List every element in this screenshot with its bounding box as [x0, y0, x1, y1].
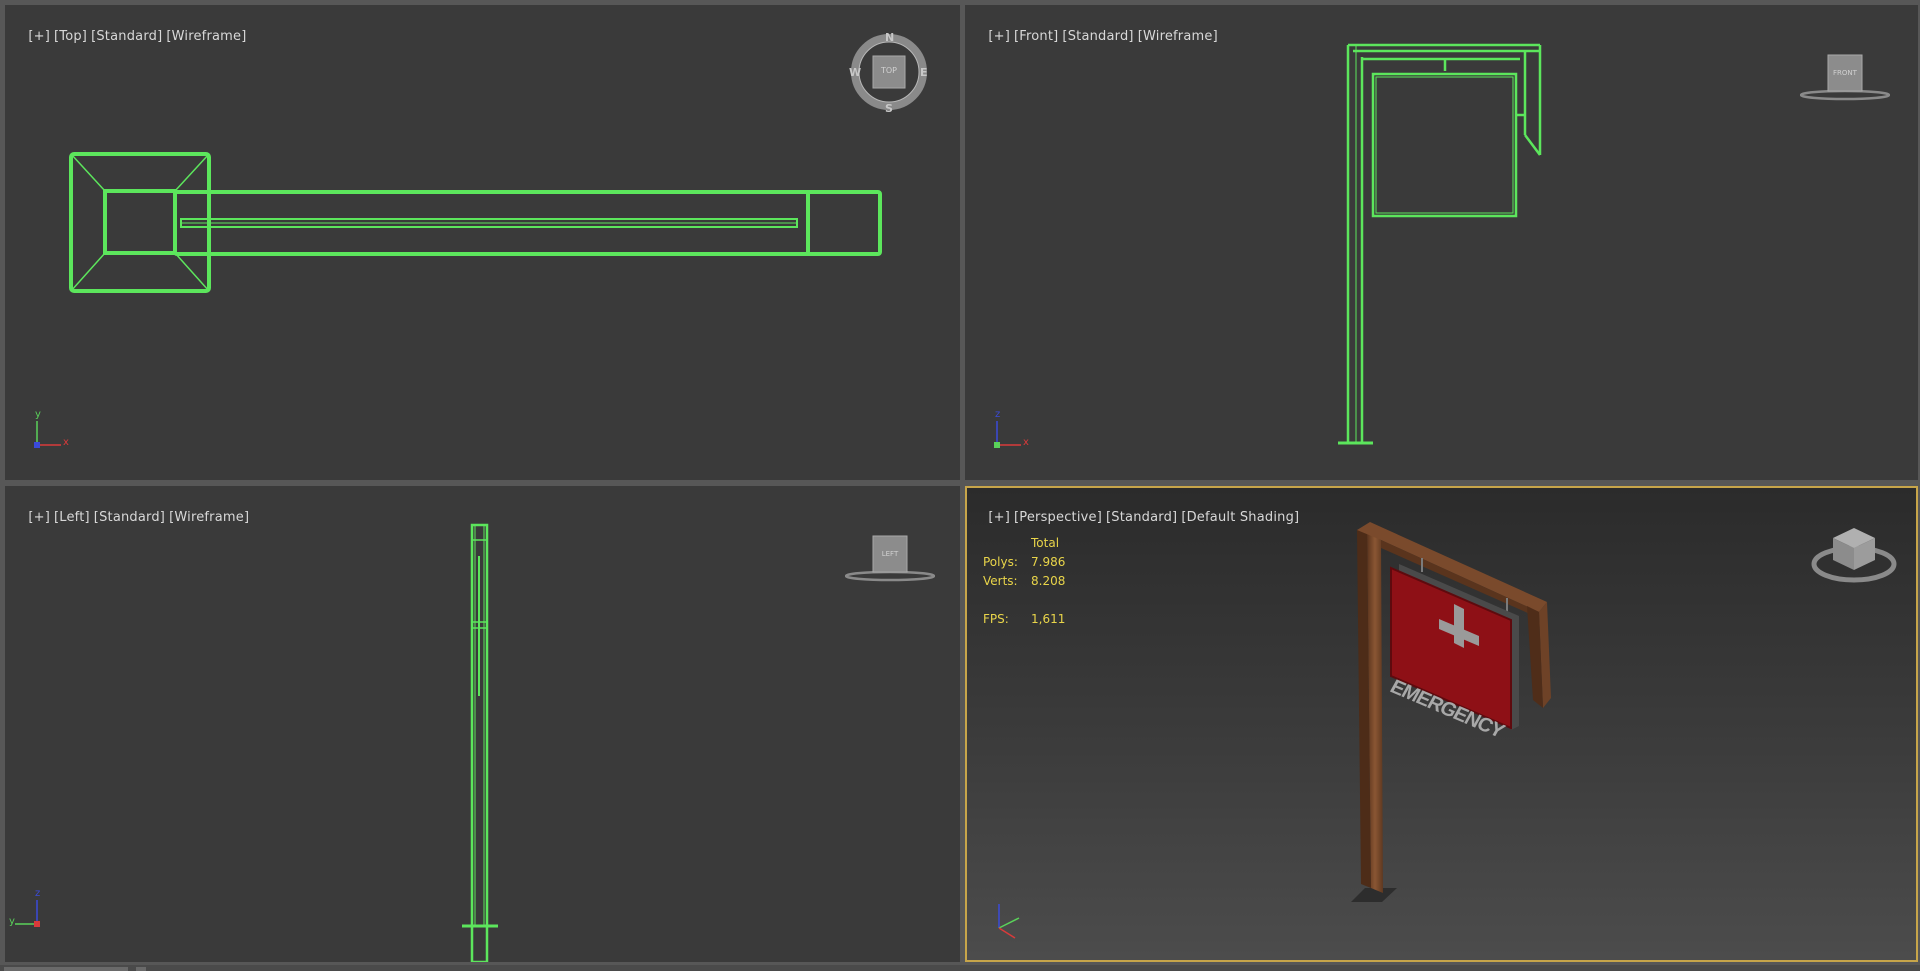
- axis-z-label: z: [35, 888, 41, 899]
- status-strip: [0, 965, 1920, 971]
- axis-tripod: [993, 898, 1043, 948]
- axis-z-label: z: [995, 409, 1001, 420]
- compass-east: E: [920, 66, 928, 79]
- top-wireframe: [69, 152, 882, 293]
- timeline-scrollbar[interactable]: [4, 967, 128, 971]
- axis-tripod: z x: [991, 409, 1041, 455]
- viewcube[interactable]: LEFT: [845, 534, 935, 584]
- viewport-left[interactable]: [+] [Left] [Standard] [Wireframe] LEFT z y: [5, 486, 960, 962]
- viewcube-face-front[interactable]: FRONT: [1828, 69, 1862, 77]
- timeline-handle[interactable]: [136, 967, 146, 971]
- viewport-perspective[interactable]: [+] [Perspective] [Standard] [Default Shadi…: [965, 486, 1918, 962]
- viewcube[interactable]: FRONT: [1800, 53, 1890, 103]
- viewcube-face-left[interactable]: LEFT: [873, 550, 907, 558]
- viewport-top[interactable]: [+] [Top] [Standard] [Wireframe] TOP N S W …: [5, 5, 960, 480]
- base-square-inner: [103, 189, 177, 255]
- viewcube[interactable]: [1809, 524, 1899, 584]
- compass-north: N: [885, 31, 895, 44]
- axis-x-label: x: [63, 437, 69, 448]
- axis-y-label: y: [35, 409, 41, 420]
- view-compass[interactable]: TOP N S W E: [849, 31, 929, 115]
- axis-x-label: x: [1023, 437, 1029, 448]
- axis-tripod: y x: [31, 409, 81, 455]
- viewport-front[interactable]: [+][Front][Standard][Wireframe] FRONT: [965, 5, 1918, 480]
- compass-west: W: [849, 66, 862, 79]
- left-wireframe: [462, 523, 498, 962]
- axis-y-label: y: [9, 916, 15, 927]
- front-wireframe: [1338, 43, 1542, 445]
- viewcube-face-top[interactable]: TOP: [873, 66, 905, 75]
- axis-tripod: z y: [9, 888, 59, 934]
- compass-south: S: [885, 102, 893, 115]
- emergency-sign-model: [1351, 522, 1551, 902]
